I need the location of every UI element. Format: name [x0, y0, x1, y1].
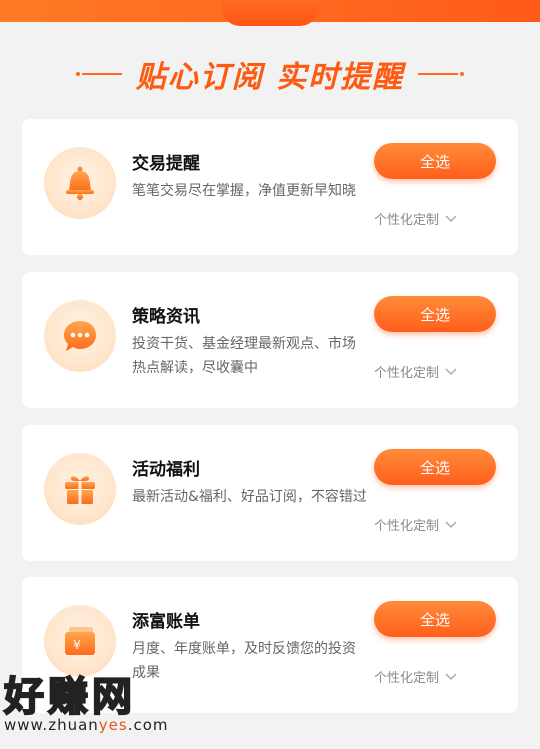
- header-decoration-left: [75, 72, 122, 76]
- wallet-icon: ¥: [58, 619, 102, 663]
- gift-icon: [58, 467, 102, 511]
- card-title: 交易提醒: [132, 154, 200, 174]
- select-all-button[interactable]: 全选: [374, 449, 496, 485]
- select-all-button[interactable]: 全选: [374, 143, 496, 179]
- customize-toggle[interactable]: 个性化定制: [374, 515, 457, 534]
- chat-bubble-icon: [58, 314, 102, 358]
- customize-label: 个性化定制: [374, 671, 440, 686]
- card-description: 笔笔交易尽在掌握，净值更新早知晓: [132, 183, 356, 199]
- top-tab-notch: [222, 0, 318, 26]
- watermark-url-highlight: yes: [98, 716, 128, 734]
- watermark-url-prefix: www.zhuan: [4, 716, 99, 734]
- select-all-button[interactable]: 全选: [374, 601, 496, 637]
- watermark-brand: 好赚网: [3, 673, 136, 721]
- customize-toggle[interactable]: 个性化定制: [374, 667, 457, 686]
- card-title: 策略资讯: [132, 307, 200, 327]
- customize-label: 个性化定制: [374, 519, 440, 534]
- card-description: 最新活动&福利、好品订阅，不容错过: [132, 489, 367, 505]
- watermark-url: www.zhuanyes.com: [4, 716, 169, 734]
- select-all-button[interactable]: 全选: [374, 296, 496, 332]
- customize-label: 个性化定制: [374, 213, 440, 228]
- svg-text:¥: ¥: [73, 638, 81, 652]
- header-decoration-right: [418, 72, 465, 76]
- chevron-down-icon: [445, 214, 457, 222]
- card-description: 投资干货、基金经理最新观点、市场热点解读，尽收囊中: [132, 336, 356, 376]
- card-icon-circle: [44, 147, 116, 219]
- chevron-down-icon: [445, 672, 457, 680]
- watermark: 好赚网 www.zhuanyes.com: [0, 664, 200, 744]
- card-icon-circle: [44, 300, 116, 372]
- subscription-card-strategy: 策略资讯 投资干货、基金经理最新观点、市场热点解读，尽收囊中 全选 个性化定制: [22, 272, 518, 408]
- customize-toggle[interactable]: 个性化定制: [374, 362, 457, 381]
- card-title: 活动福利: [132, 460, 200, 480]
- card-icon-circle: [44, 453, 116, 525]
- customize-label: 个性化定制: [374, 366, 440, 381]
- customize-toggle[interactable]: 个性化定制: [374, 209, 457, 228]
- page-header: 贴心订阅 实时提醒: [0, 42, 540, 106]
- subscription-card-trade: 交易提醒 笔笔交易尽在掌握，净值更新早知晓 全选 个性化定制: [22, 119, 518, 255]
- chevron-down-icon: [445, 520, 457, 528]
- page-title: 贴心订阅 实时提醒: [135, 60, 405, 95]
- chevron-down-icon: [445, 367, 457, 375]
- watermark-url-suffix: .com: [127, 716, 169, 734]
- bell-icon: [58, 161, 102, 205]
- subscription-card-benefits: 活动福利 最新活动&福利、好品订阅，不容错过 全选 个性化定制: [22, 425, 518, 561]
- card-title: 添富账单: [132, 612, 200, 632]
